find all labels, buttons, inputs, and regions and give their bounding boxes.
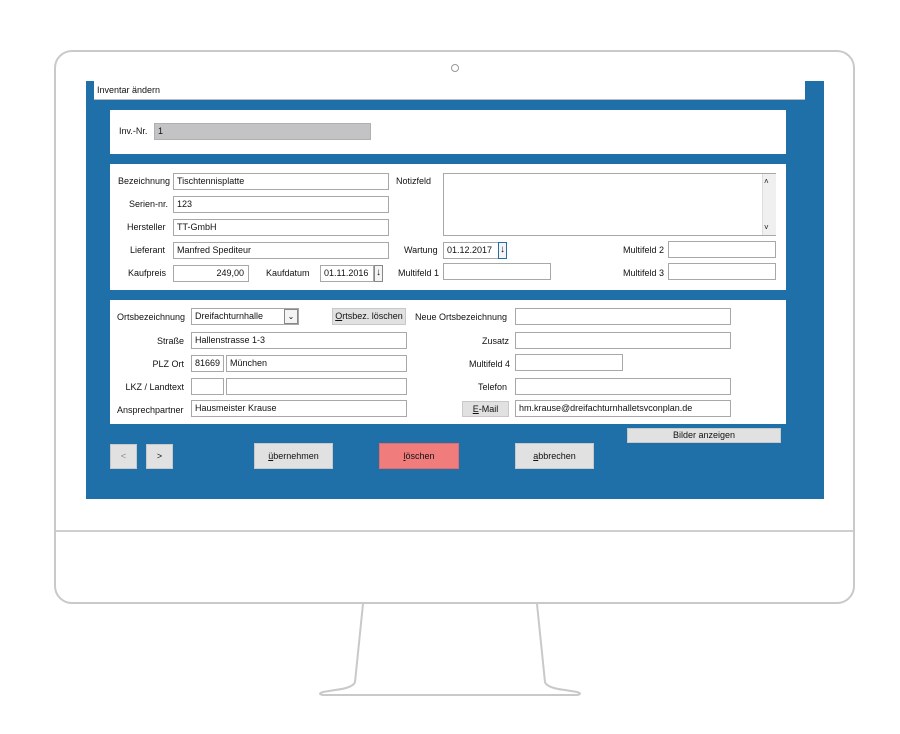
loeschen-label: öschen bbox=[405, 451, 435, 461]
abbrechen-label: bbrechen bbox=[538, 451, 576, 461]
lkz-landtext-label: LKZ / Landtext bbox=[125, 382, 184, 392]
monitor-stand bbox=[319, 604, 581, 696]
window-title: Inventar ändern bbox=[94, 81, 805, 100]
email-field[interactable]: hm.krause@dreifachturnhalletsvconplan.de bbox=[515, 400, 731, 417]
multifeld2-label: Multifeld 2 bbox=[623, 245, 665, 255]
zusatz-label: Zusatz bbox=[482, 336, 510, 346]
multifeld1-label: Multifeld 1 bbox=[398, 268, 440, 278]
previous-button[interactable]: < bbox=[110, 444, 137, 469]
next-button[interactable]: > bbox=[146, 444, 173, 469]
multifeld3-label: Multifeld 3 bbox=[623, 268, 665, 278]
scroll-up-icon[interactable]: ˄ bbox=[764, 176, 769, 188]
strasse-label: Straße bbox=[156, 336, 184, 346]
landtext-field[interactable] bbox=[226, 378, 407, 395]
email-button[interactable]: E-Mail bbox=[462, 401, 509, 417]
hersteller-label: Hersteller bbox=[127, 222, 166, 232]
telefon-field[interactable] bbox=[515, 378, 731, 395]
abbrechen-button[interactable]: abbrechen bbox=[515, 443, 594, 469]
multifeld3-field[interactable] bbox=[668, 263, 776, 280]
bezeichnung-field[interactable]: Tischtennisplatte bbox=[173, 173, 389, 190]
ortsbez-loeschen-button[interactable]: Ortsbez. löschen bbox=[332, 308, 406, 325]
wartung-picker-icon[interactable]: ↓ bbox=[498, 242, 507, 259]
multifeld1-field[interactable] bbox=[443, 263, 551, 280]
multifeld4-label: Multifeld 4 bbox=[469, 359, 511, 369]
monitor-bezel-divider bbox=[56, 530, 853, 532]
lieferant-field[interactable]: Manfred Spediteur bbox=[173, 242, 389, 259]
strasse-field[interactable]: Hallenstrasse 1-3 bbox=[191, 332, 407, 349]
notizfeld-textarea[interactable] bbox=[443, 173, 776, 236]
wartung-field[interactable]: 01.12.2017 bbox=[443, 242, 499, 259]
lkz-field[interactable] bbox=[191, 378, 224, 395]
ortsbezeichnung-select[interactable]: Dreifachturnhalle bbox=[191, 308, 299, 325]
ort-field[interactable]: München bbox=[226, 355, 407, 372]
plz-ort-label: PLZ Ort bbox=[152, 359, 184, 369]
bilder-anzeigen-button[interactable]: Bilder anzeigen bbox=[627, 428, 781, 443]
wartung-label: Wartung bbox=[404, 245, 438, 255]
serien-nr-label: Serien-nr. bbox=[129, 199, 169, 209]
kaufpreis-field[interactable]: 249,00 bbox=[173, 265, 249, 282]
inv-nr-field[interactable]: 1 bbox=[154, 123, 371, 140]
lieferant-label: Lieferant bbox=[130, 245, 166, 255]
bezeichnung-label: Bezeichnung bbox=[118, 176, 171, 186]
neue-ortsbezeichnung-field[interactable] bbox=[515, 308, 731, 325]
multifeld4-field[interactable] bbox=[515, 354, 623, 371]
hersteller-field[interactable]: TT-GmbH bbox=[173, 219, 389, 236]
uebernehmen-button[interactable]: übernehmen bbox=[254, 443, 333, 469]
scroll-down-icon[interactable]: ˅ bbox=[764, 222, 769, 234]
webcam-icon bbox=[451, 64, 459, 72]
serien-nr-field[interactable]: 123 bbox=[173, 196, 389, 213]
kaufpreis-label: Kaufpreis bbox=[128, 268, 167, 278]
zusatz-field[interactable] bbox=[515, 332, 731, 349]
ortsbezeichnung-label: Ortsbezeichnung bbox=[117, 312, 186, 322]
multifeld2-field[interactable] bbox=[668, 241, 776, 258]
plz-field[interactable]: 81669 bbox=[191, 355, 224, 372]
kaufdatum-label: Kaufdatum bbox=[266, 268, 310, 278]
telefon-label: Telefon bbox=[478, 382, 508, 392]
notizfeld-label: Notizfeld bbox=[396, 176, 432, 186]
inv-nr-label: Inv.-Nr. bbox=[119, 126, 148, 136]
kaufdatum-picker-icon[interactable]: ↓ bbox=[374, 265, 383, 282]
ansprechpartner-field[interactable]: Hausmeister Krause bbox=[191, 400, 407, 417]
uebernehmen-label: bernehmen bbox=[273, 451, 319, 461]
kaufdatum-field[interactable]: 01.11.2016 bbox=[320, 265, 374, 282]
email-button-label: -Mail bbox=[478, 404, 499, 414]
ansprechpartner-label: Ansprechpartner bbox=[117, 405, 184, 415]
ortsbez-loeschen-label: rtsbez. löschen bbox=[342, 311, 403, 321]
neue-ortsbezeichnung-label: Neue Ortsbezeichnung bbox=[415, 312, 508, 322]
chevron-down-icon[interactable]: ⌄ bbox=[284, 309, 298, 324]
loeschen-button[interactable]: löschen bbox=[379, 443, 459, 469]
